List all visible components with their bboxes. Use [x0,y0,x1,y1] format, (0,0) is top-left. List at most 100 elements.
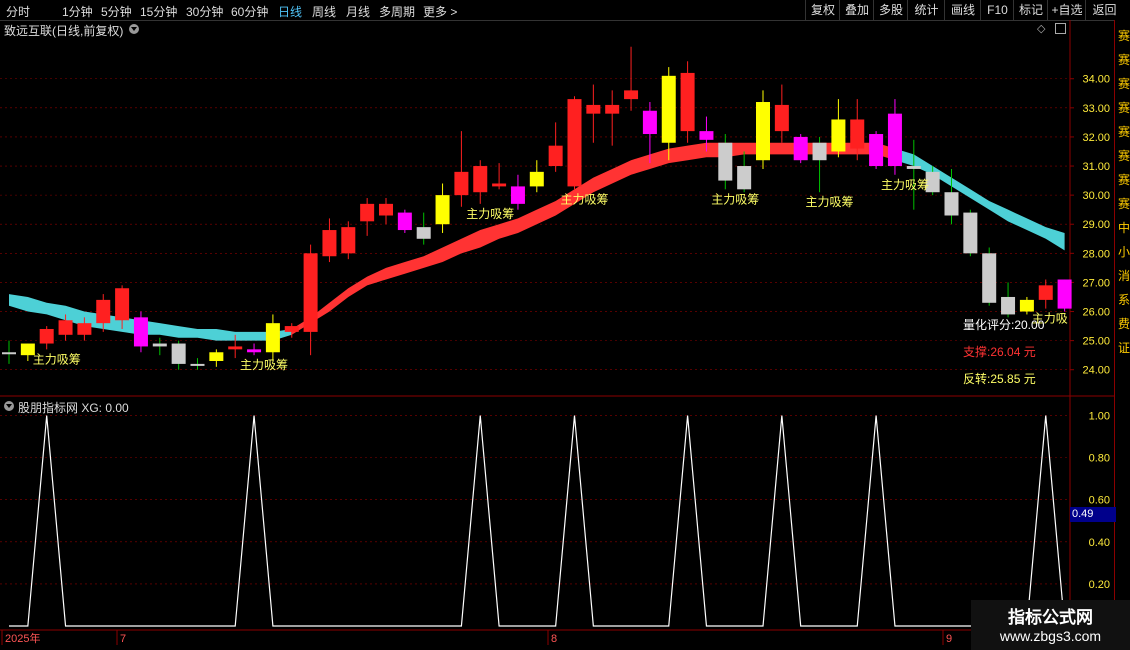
price-tick-label: 29.00 [1082,219,1110,231]
side-label-char: 证 [1118,341,1130,355]
candle-body [718,142,733,181]
candle-body [265,323,280,353]
candle-body [906,166,921,169]
candle-body [567,99,582,187]
signal-label: 主力吸筹 [806,195,854,209]
candle-body [152,343,167,347]
candle-body [529,171,544,187]
kline-chart: 24.00 25.00 26.00 27.00 28.00 29.00 30.00 31.00… [0,20,1114,645]
candle-body [661,75,676,143]
candle-body [190,363,205,366]
candle-body [379,203,393,216]
candle-body [1001,296,1016,315]
side-label-char: 小 [1118,245,1130,259]
candle-body [963,212,978,254]
indicator-tick-label: 0.60 [1089,495,1110,507]
indicator-tick-label: 1.00 [1089,411,1110,423]
candle-body [397,212,412,231]
candle-body [473,166,488,193]
signal-label: 主力吸筹 [240,358,288,372]
side-label-char: 赛 [1118,173,1130,187]
candle-body [756,102,770,161]
side-label-char: 系 [1118,293,1130,307]
signal-label: 主力吸筹 [33,352,81,366]
reversal-text: 反转:25.85 元 [963,372,1036,386]
candle-body [605,104,620,114]
candle-body [548,145,563,167]
indicator-tick-label: 0.80 [1089,453,1110,465]
ma-ribbon-cyan [894,148,1065,251]
side-label-char: 费 [1118,317,1130,331]
candle-body [944,192,959,216]
candle-body [171,343,186,364]
candle-body [435,195,450,225]
price-tick-label: 24.00 [1082,365,1110,377]
price-tick-label: 28.00 [1082,248,1110,260]
candle-body [133,317,148,347]
ma-ribbon-red [291,142,895,335]
candle-body [39,328,54,344]
candle-body [341,227,356,254]
watermark-logo: 指标公式网 www.zbgs3.com [971,600,1130,650]
candle-body [831,119,846,152]
candle-body [115,288,130,321]
signal-label: 主力吸筹 [711,192,759,206]
candle-body [360,203,375,222]
diamond-icon[interactable]: ◇ [1037,22,1045,35]
watermark-title: 指标公式网 [1008,608,1093,627]
indicator-title: 股朋指标网 XG: 0.00 [18,401,129,415]
candle-body [247,349,262,353]
date-label: 7 [120,633,126,645]
candle-body [624,90,639,100]
candle-body [887,113,902,167]
signal-label: 主力吸筹 [466,207,514,221]
title-dropdown-icon[interactable] [129,24,139,34]
side-label-column: 赛赛赛赛赛赛赛赛中小消系费证 [1114,20,1130,650]
candle-body [322,230,337,257]
watermark-url: www.zbgs3.com [999,628,1102,644]
price-tick-label: 27.00 [1082,277,1110,289]
support-text: 支撑:26.04 元 [963,345,1036,359]
candle-body [303,253,318,332]
candle-body [699,131,714,140]
side-label-char: 赛 [1118,77,1130,91]
side-label-char: 赛 [1118,125,1130,139]
candle-body [209,352,224,361]
price-tick-label: 26.00 [1082,307,1110,319]
candle-body [492,183,507,187]
candle-body [58,320,73,335]
candle-body [982,253,997,303]
candle-body [812,142,827,161]
indicator-tick-label: 0.40 [1089,537,1110,549]
indicator-value-readout: 0.49 [1070,507,1116,522]
candle-body [1019,299,1034,312]
indicator-tick-label: 0.20 [1089,579,1110,591]
candle-body [642,110,657,135]
price-tick-label: 25.00 [1082,336,1110,348]
candle-body [793,136,808,161]
side-label-char: 中 [1118,221,1130,235]
candle-body [1038,285,1053,300]
score-text: 量化评分:20.00 [963,318,1045,332]
candle-body [737,166,752,190]
maximize-icon[interactable] [1055,23,1066,34]
candle-body [416,227,431,239]
date-label: 9 [946,633,952,645]
date-label: 8 [551,633,557,645]
candle-body [77,323,92,335]
date-label: 2025年 [5,631,40,645]
candle-body [1057,279,1072,309]
side-label-char: 赛 [1118,101,1130,115]
price-tick-label: 30.00 [1082,190,1110,202]
candle-body [2,352,16,355]
candle-body [869,134,884,167]
candle-body [850,119,865,149]
signal-label: 主力吸筹 [881,178,929,192]
candle-body [774,104,789,132]
indicator-dropdown-icon[interactable] [4,401,14,411]
side-label-char: 赛 [1118,53,1130,67]
signal-label: 主力吸筹 [561,192,609,206]
side-label-list: 赛赛赛赛赛赛赛赛中小消系费证 [1118,24,1130,360]
xg-signal-line [9,415,1066,627]
candle-body [454,171,469,196]
